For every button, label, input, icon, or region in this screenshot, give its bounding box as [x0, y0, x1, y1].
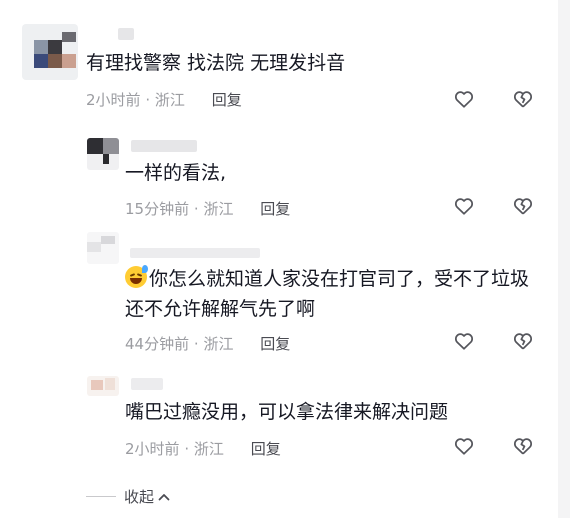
broken-heart-icon — [513, 198, 533, 215]
comment-meta: 2小时前 · 浙江 回复 — [125, 438, 281, 459]
broken-heart-icon — [513, 91, 533, 108]
dislike-button[interactable] — [512, 195, 534, 217]
like-button[interactable] — [453, 330, 475, 352]
reply-button[interactable]: 回复 — [251, 440, 281, 458]
comment-time: 2小时前 — [86, 91, 141, 109]
broken-heart-icon — [513, 438, 533, 455]
comment-text: 嘴巴过瘾没用，可以拿法律来解决问题 — [125, 401, 449, 423]
like-button[interactable] — [453, 435, 475, 457]
collapse-replies-button[interactable]: 收起 — [86, 486, 171, 507]
comment-time: 15分钟前 — [125, 200, 190, 218]
avatar[interactable] — [87, 232, 119, 264]
comment-text-content: 你怎么就知道人家没在打官司了，受不了垃圾还不允许解解气先了啊 — [125, 268, 530, 320]
avatar[interactable] — [87, 138, 119, 170]
broken-heart-icon — [513, 333, 533, 350]
dislike-button[interactable] — [512, 88, 534, 110]
comment-text: 一样的看法, — [125, 162, 227, 184]
collapse-label: 收起 — [124, 488, 155, 506]
comment-time: 2小时前 — [125, 440, 180, 458]
comment-text: 你怎么就知道人家没在打官司了，受不了垃圾还不允许解解气先了啊 — [125, 264, 535, 324]
comment-time: 44分钟前 — [125, 335, 190, 353]
divider — [86, 496, 116, 497]
dislike-button[interactable] — [512, 435, 534, 457]
avatar[interactable] — [22, 24, 78, 80]
comment-location: 浙江 — [203, 335, 234, 353]
comment-location: 浙江 — [203, 200, 234, 218]
dislike-button[interactable] — [512, 330, 534, 352]
comment-text: 有理找警察 找法院 无理发抖音 — [86, 52, 346, 74]
heart-outline-icon — [454, 333, 474, 350]
comment-location: 浙江 — [193, 440, 224, 458]
username[interactable] — [131, 140, 197, 152]
separator: · — [193, 200, 199, 218]
comment-location: 浙江 — [154, 91, 185, 109]
chevron-up-icon — [158, 493, 170, 500]
reply-button[interactable]: 回复 — [260, 200, 290, 218]
grinning-sweat-emoji-icon — [125, 265, 148, 288]
username[interactable] — [130, 248, 260, 258]
like-button[interactable] — [453, 88, 475, 110]
heart-outline-icon — [454, 198, 474, 215]
separator: · — [184, 440, 190, 458]
reply-button[interactable]: 回复 — [212, 91, 242, 109]
heart-outline-icon — [454, 91, 474, 108]
separator: · — [193, 335, 199, 353]
username[interactable] — [131, 378, 163, 390]
heart-outline-icon — [454, 438, 474, 455]
separator: · — [145, 91, 151, 109]
scrollbar[interactable] — [558, 0, 570, 518]
comment-meta: 44分钟前 · 浙江 回复 — [125, 333, 290, 354]
avatar[interactable] — [87, 376, 119, 396]
like-button[interactable] — [453, 195, 475, 217]
username[interactable] — [118, 28, 134, 40]
reply-button[interactable]: 回复 — [260, 335, 290, 353]
comment-meta: 2小时前 · 浙江 回复 — [86, 89, 242, 110]
comment-meta: 15分钟前 · 浙江 回复 — [125, 198, 290, 219]
